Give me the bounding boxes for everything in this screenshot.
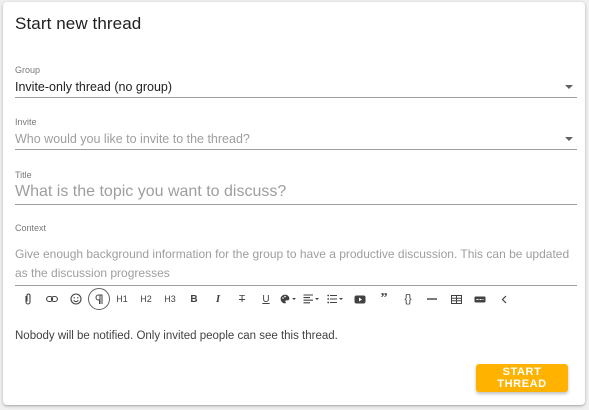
chevron-down-icon[interactable] (565, 85, 573, 89)
text-color-icon[interactable] (278, 288, 300, 310)
video-icon[interactable] (348, 288, 372, 310)
context-placeholder: Give enough background information for t… (15, 247, 570, 280)
bold-icon[interactable]: B (182, 288, 206, 310)
editor-toolbar: H1 H2 H3 B I T U ” {} (16, 288, 516, 310)
context-editor[interactable]: Context Give enough background informati… (15, 223, 577, 286)
dialog-title: Start new thread (15, 14, 142, 33)
start-thread-button[interactable]: START THREAD (476, 364, 568, 392)
chevron-down-icon[interactable] (565, 137, 573, 141)
group-value: Invite-only thread (no group) (15, 80, 173, 94)
start-thread-dialog: Start new thread Group Invite-only threa… (3, 2, 585, 405)
collapse-icon[interactable] (492, 288, 516, 310)
horizontal-rule-icon[interactable] (420, 288, 444, 310)
attachment-icon[interactable] (16, 288, 40, 310)
group-select[interactable]: Group Invite-only thread (no group) (15, 65, 577, 98)
title-placeholder: What is the topic you want to discuss? (15, 183, 287, 200)
heading-1-button[interactable]: H1 (110, 288, 134, 310)
align-icon[interactable] (300, 288, 324, 310)
visibility-notice: Nobody will be notified. Only invited pe… (15, 330, 338, 342)
title-label: Title (15, 170, 32, 180)
heading-2-button[interactable]: H2 (134, 288, 158, 310)
heading-3-button[interactable]: H3 (158, 288, 182, 310)
link-icon[interactable] (40, 288, 64, 310)
list-icon[interactable] (324, 288, 348, 310)
invite-placeholder: Who would you like to invite to the thre… (15, 132, 250, 146)
quote-icon[interactable]: ” (372, 288, 396, 310)
strikethrough-icon[interactable]: T (230, 288, 254, 310)
invite-select[interactable]: Invite Who would you like to invite to t… (15, 117, 577, 150)
code-block-icon[interactable]: {} (396, 288, 420, 310)
title-input[interactable]: Title What is the topic you want to disc… (15, 170, 577, 205)
embed-icon[interactable] (468, 288, 492, 310)
italic-icon[interactable]: I (206, 288, 230, 310)
underline-icon[interactable]: U (254, 288, 278, 310)
context-label: Context (15, 223, 47, 233)
group-label: Group (15, 65, 41, 75)
emoji-icon[interactable] (64, 288, 88, 310)
paragraph-icon[interactable] (88, 288, 110, 310)
invite-label: Invite (15, 117, 37, 127)
table-icon[interactable] (444, 288, 468, 310)
